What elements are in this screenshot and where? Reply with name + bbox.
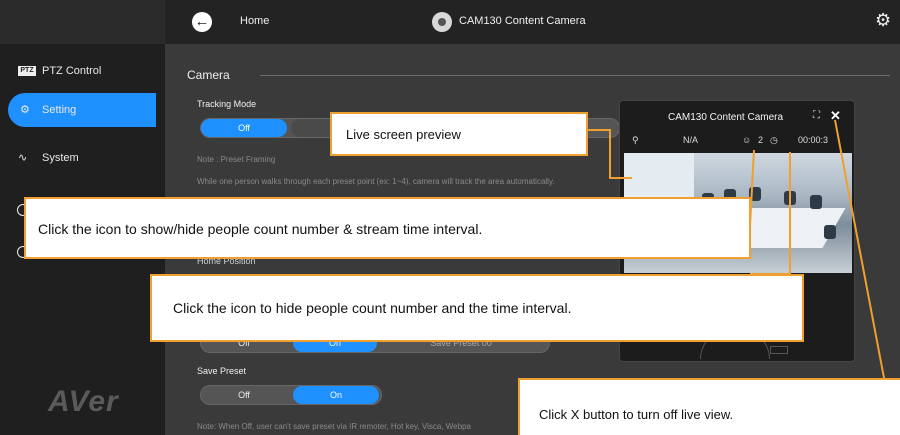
hide-callout: Click the icon to hide people count numb… [150,274,804,342]
show-hide-callout: Click the icon to show/hide people count… [24,197,751,259]
close-arrow [834,119,885,379]
callout-text: Click X button to turn off live view. [539,407,734,422]
live-preview-arrow [588,129,632,179]
live-preview-callout: Live screen preview [330,112,588,156]
callout-text: Click the icon to show/hide people count… [38,221,483,237]
callout-text: Click the icon to hide people count numb… [173,300,572,316]
callout-text: Live screen preview [346,127,461,142]
hide-arrow [750,152,791,275]
close-callout: Click X button to turn off live view. [518,378,900,435]
